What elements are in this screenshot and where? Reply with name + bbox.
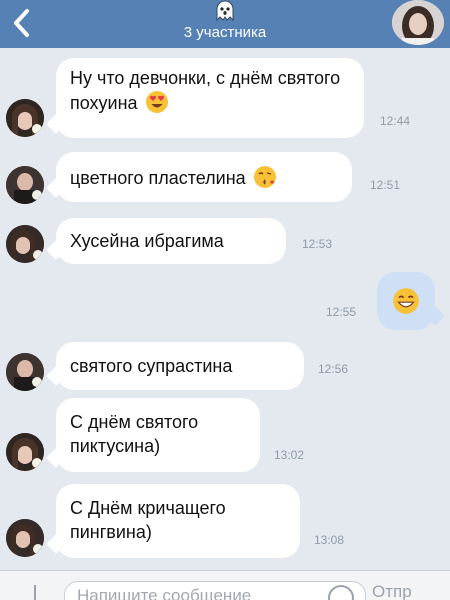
participants-count[interactable]: 3 участника (0, 24, 450, 41)
avatar[interactable] (392, 0, 444, 45)
message-time: 13:02 (274, 448, 305, 462)
avatar[interactable] (6, 433, 44, 471)
message-text: С Днём кричащего пингвина) (70, 498, 226, 542)
heart-eyes-emoji-icon (145, 91, 168, 113)
avatar[interactable] (6, 353, 44, 391)
message-bubble[interactable]: цветного пластелина (56, 152, 352, 202)
message-bubble[interactable]: святого супрастина (56, 342, 304, 390)
message-bubble[interactable]: Ну что девчонки, с днём святого похуина (56, 58, 364, 138)
attach-button[interactable] (18, 583, 54, 600)
grinning-face-emoji-icon (393, 288, 419, 314)
message-time: 12:51 (370, 178, 401, 192)
message-time: 12:56 (318, 362, 349, 376)
message-time: 12:55 (326, 305, 357, 319)
avatar[interactable] (6, 225, 44, 263)
send-button[interactable]: Отпр (372, 582, 412, 600)
message-text: Хусейна ибрагима (70, 231, 224, 251)
kissing-face-emoji-icon (253, 166, 276, 188)
message-text: Ну что девчонки, с днём святого похуина (70, 68, 341, 113)
chat-header: 3 участника (0, 0, 450, 48)
message-time: 12:44 (380, 114, 411, 128)
message-time: 13:08 (314, 533, 345, 547)
message-text: цветного пластелина (70, 168, 246, 188)
avatar[interactable] (6, 99, 44, 137)
message-bubble[interactable] (377, 272, 435, 330)
message-bubble[interactable]: Хусейна ибрагима (56, 218, 286, 264)
message-time: 12:53 (302, 237, 333, 251)
message-bubble[interactable]: С днём святого пиктусина) (56, 398, 260, 472)
message-text: С днём святого пиктусина) (70, 412, 199, 456)
message-bubble[interactable]: С Днём кричащего пингвина) (56, 484, 300, 558)
message-list[interactable]: Ну что девчонки, с днём святого похуина … (0, 48, 450, 570)
message-text: святого супрастина (70, 356, 233, 376)
message-input-bar: Отпр (0, 570, 450, 600)
avatar[interactable] (6, 166, 44, 204)
message-input[interactable] (64, 581, 366, 600)
ghost-icon (216, 0, 234, 22)
avatar[interactable] (6, 519, 44, 557)
